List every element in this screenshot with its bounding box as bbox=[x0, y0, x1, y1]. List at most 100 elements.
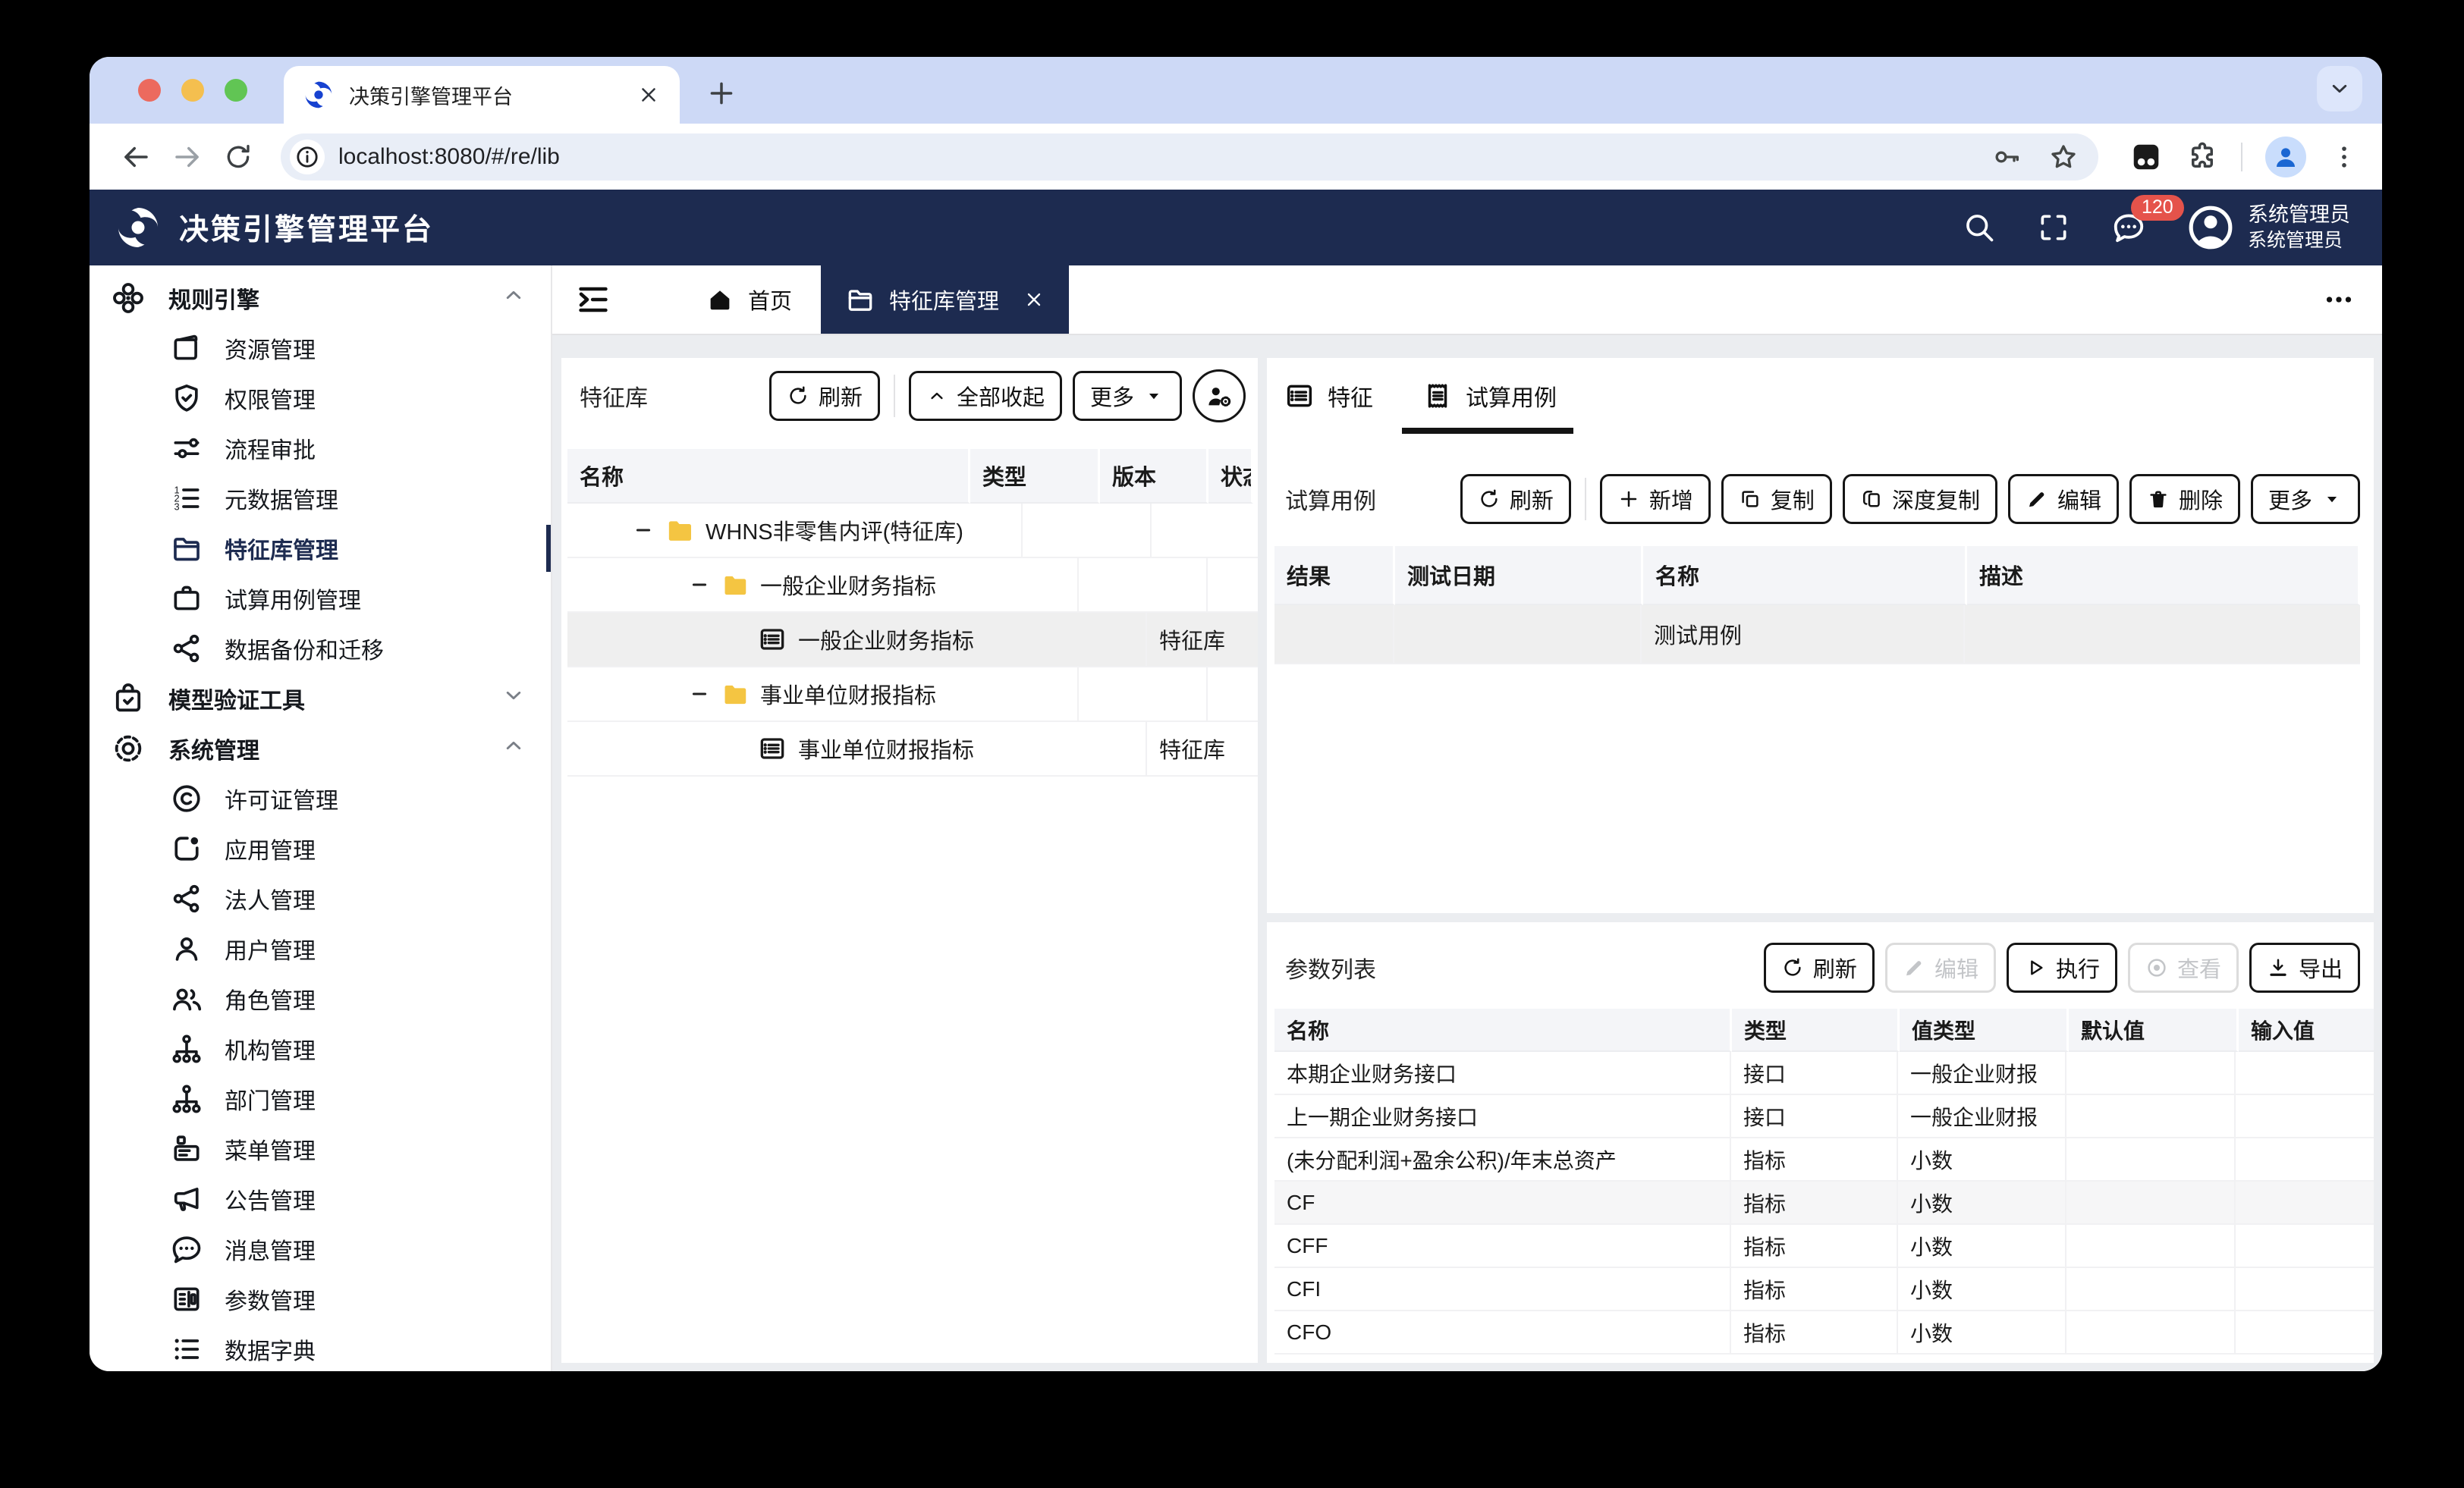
param-row[interactable]: CFO 指标 小数 bbox=[1274, 1311, 2374, 1355]
sidebar-item-permission-mgmt[interactable]: 权限管理 bbox=[90, 373, 551, 423]
sidebar-item-metadata-mgmt[interactable]: 元数据管理 bbox=[90, 473, 551, 523]
browser-profile-avatar[interactable] bbox=[2265, 137, 2306, 177]
message-count-badge: 120 bbox=[2131, 195, 2184, 221]
page-tab-home[interactable]: 首页 bbox=[677, 265, 821, 334]
close-window-button[interactable] bbox=[138, 79, 161, 102]
collapse-toggle-icon[interactable] bbox=[633, 520, 654, 541]
forward-button[interactable] bbox=[171, 141, 203, 173]
sidebar-item-legal-entity-mgmt[interactable]: 法人管理 bbox=[90, 874, 551, 924]
sidebar-item-feature-library-mgmt[interactable]: 特征库管理 bbox=[90, 523, 551, 573]
param-row[interactable]: CFF 指标 小数 bbox=[1274, 1225, 2374, 1268]
chevron-up-icon[interactable] bbox=[501, 733, 526, 764]
param-row[interactable]: 上一期企业财务接口 接口 一般企业财报 bbox=[1274, 1095, 2374, 1138]
col-result: 结果 bbox=[1274, 546, 1395, 605]
sidebar-item-resource-mgmt[interactable]: 资源管理 bbox=[90, 323, 551, 373]
param-row[interactable]: CFI 指标 小数 bbox=[1274, 1268, 2374, 1311]
more-button[interactable]: 更多 bbox=[2251, 474, 2360, 524]
browser-menu-kebab-icon[interactable] bbox=[2329, 142, 2359, 172]
sidebar-item-menu-mgmt[interactable]: 菜单管理 bbox=[90, 1124, 551, 1174]
feature-library-panel: 特征库 刷新 全部收起 更多 bbox=[561, 358, 1258, 1363]
password-key-icon[interactable] bbox=[1992, 142, 2022, 172]
extension-shortcut-icon[interactable] bbox=[2129, 140, 2164, 174]
tree-row-folder[interactable]: 一般企业财务指标 bbox=[567, 558, 1253, 613]
collapse-toggle-icon[interactable] bbox=[689, 574, 710, 595]
global-search-icon[interactable] bbox=[1963, 211, 1996, 244]
play-icon bbox=[2024, 956, 2047, 979]
copy-button[interactable]: 复制 bbox=[1721, 474, 1832, 524]
caret-down-icon bbox=[2321, 488, 2343, 510]
refresh-button[interactable]: 刷新 bbox=[1460, 474, 1571, 524]
new-tab-button[interactable] bbox=[706, 77, 737, 113]
deep-copy-button[interactable]: 深度复制 bbox=[1843, 474, 1997, 524]
tab-search-chevron-button[interactable] bbox=[2317, 66, 2362, 111]
sidebar-item-role-mgmt[interactable]: 角色管理 bbox=[90, 974, 551, 1024]
tab-feature[interactable]: 特征 bbox=[1284, 379, 1373, 434]
url-text[interactable]: localhost:8080/#/re/lib bbox=[338, 144, 560, 170]
copy-icon bbox=[1739, 488, 1762, 510]
refresh-button[interactable]: 刷新 bbox=[1764, 943, 1875, 993]
chevron-up-icon[interactable] bbox=[501, 282, 526, 314]
param-row[interactable]: CF 指标 小数 bbox=[1274, 1182, 2374, 1225]
param-row[interactable]: 本期企业财务接口 接口 一般企业财报 bbox=[1274, 1052, 2374, 1095]
reload-button[interactable] bbox=[223, 142, 253, 172]
col-status: 状态 bbox=[1208, 449, 1253, 504]
browser-tab[interactable]: 决策引擎管理平台 bbox=[284, 66, 680, 124]
col-name: 名称 bbox=[1643, 546, 1967, 605]
tab-test-case[interactable]: 试算用例 bbox=[1422, 379, 1557, 434]
sidebar-item-test-case-mgmt[interactable]: 试算用例管理 bbox=[90, 573, 551, 623]
close-icon[interactable] bbox=[1023, 289, 1045, 310]
collapse-toggle-icon[interactable] bbox=[689, 683, 710, 705]
messages-icon[interactable]: 120 bbox=[2111, 210, 2146, 245]
chevron-down-icon[interactable] bbox=[501, 683, 526, 714]
sidebar-item-announcement-mgmt[interactable]: 公告管理 bbox=[90, 1174, 551, 1224]
run-button[interactable]: 执行 bbox=[2007, 943, 2117, 993]
sidebar-item-app-mgmt[interactable]: 应用管理 bbox=[90, 824, 551, 874]
tree-row-root[interactable]: WHNS非零售内评(特征库) bbox=[567, 504, 1253, 558]
sidebar-item-process-approval[interactable]: 流程审批 bbox=[90, 423, 551, 473]
sidebar: 规则引擎 资源管理 权限管理 流程审批 元数据管理 特征库管理 bbox=[90, 265, 552, 1371]
minimize-window-button[interactable] bbox=[181, 79, 204, 102]
back-button[interactable] bbox=[120, 141, 152, 173]
user-menu[interactable]: 系统管理员 系统管理员 bbox=[2187, 202, 2350, 253]
sidebar-item-license-mgmt[interactable]: 许可证管理 bbox=[90, 774, 551, 824]
view-button-disabled[interactable]: 查看 bbox=[2128, 943, 2239, 993]
edit-button-disabled[interactable]: 编辑 bbox=[1885, 943, 1996, 993]
delete-button[interactable]: 删除 bbox=[2129, 474, 2240, 524]
more-actions-ellipsis-icon[interactable] bbox=[2321, 282, 2356, 317]
site-info-icon[interactable] bbox=[290, 140, 325, 174]
user-settings-button[interactable] bbox=[1193, 369, 1246, 422]
fullscreen-icon[interactable] bbox=[2037, 211, 2070, 244]
zoom-window-button[interactable] bbox=[225, 79, 247, 102]
test-case-row-selected[interactable]: 测试用例 bbox=[1274, 605, 2360, 664]
tree-row-folder[interactable]: 事业单位财报指标 bbox=[567, 667, 1253, 722]
collapse-all-button[interactable]: 全部收起 bbox=[909, 371, 1062, 421]
sidebar-group-model-validation[interactable]: 模型验证工具 bbox=[90, 673, 551, 724]
sidebar-item-data-backup-migration[interactable]: 数据备份和迁移 bbox=[90, 623, 551, 673]
tab-close-icon[interactable] bbox=[637, 83, 660, 106]
tree-row-leaf[interactable]: 事业单位财报指标 特征库 1 草稿 bbox=[567, 722, 1253, 777]
param-row[interactable]: (未分配利润+盈余公积)/年末总资产 指标 小数 bbox=[1274, 1138, 2374, 1182]
more-button[interactable]: 更多 bbox=[1073, 371, 1182, 421]
export-button[interactable]: 导出 bbox=[2249, 943, 2360, 993]
sidebar-item-data-dictionary[interactable]: 数据字典 bbox=[90, 1324, 551, 1371]
tree-row-leaf-selected[interactable]: 一般企业财务指标 特征库 1 草稿 bbox=[567, 613, 1253, 667]
bookmark-star-icon[interactable] bbox=[2048, 142, 2079, 172]
download-icon bbox=[2267, 956, 2290, 979]
add-button[interactable]: 新增 bbox=[1600, 474, 1711, 524]
sidebar-group-system-mgmt[interactable]: 系统管理 bbox=[90, 724, 551, 774]
sidebar-item-parameter-mgmt[interactable]: 参数管理 bbox=[90, 1274, 551, 1324]
extensions-puzzle-icon[interactable] bbox=[2186, 141, 2218, 173]
sidebar-item-user-mgmt[interactable]: 用户管理 bbox=[90, 924, 551, 974]
address-bar[interactable]: localhost:8080/#/re/lib bbox=[281, 133, 2098, 181]
edit-button[interactable]: 编辑 bbox=[2008, 474, 2119, 524]
page-tab-feature-library[interactable]: 特征库管理 bbox=[821, 265, 1069, 334]
col-test-date: 测试日期 bbox=[1395, 546, 1643, 605]
refresh-button[interactable]: 刷新 bbox=[769, 371, 880, 421]
sidebar-group-rule-engine[interactable]: 规则引擎 bbox=[90, 273, 551, 323]
sidebar-item-org-mgmt[interactable]: 机构管理 bbox=[90, 1024, 551, 1074]
sidebar-item-department-mgmt[interactable]: 部门管理 bbox=[90, 1074, 551, 1124]
sidebar-item-message-mgmt[interactable]: 消息管理 bbox=[90, 1224, 551, 1274]
sidebar-collapse-icon[interactable] bbox=[575, 281, 611, 318]
receipt-icon bbox=[1422, 380, 1454, 412]
feature-set-icon bbox=[757, 733, 787, 764]
